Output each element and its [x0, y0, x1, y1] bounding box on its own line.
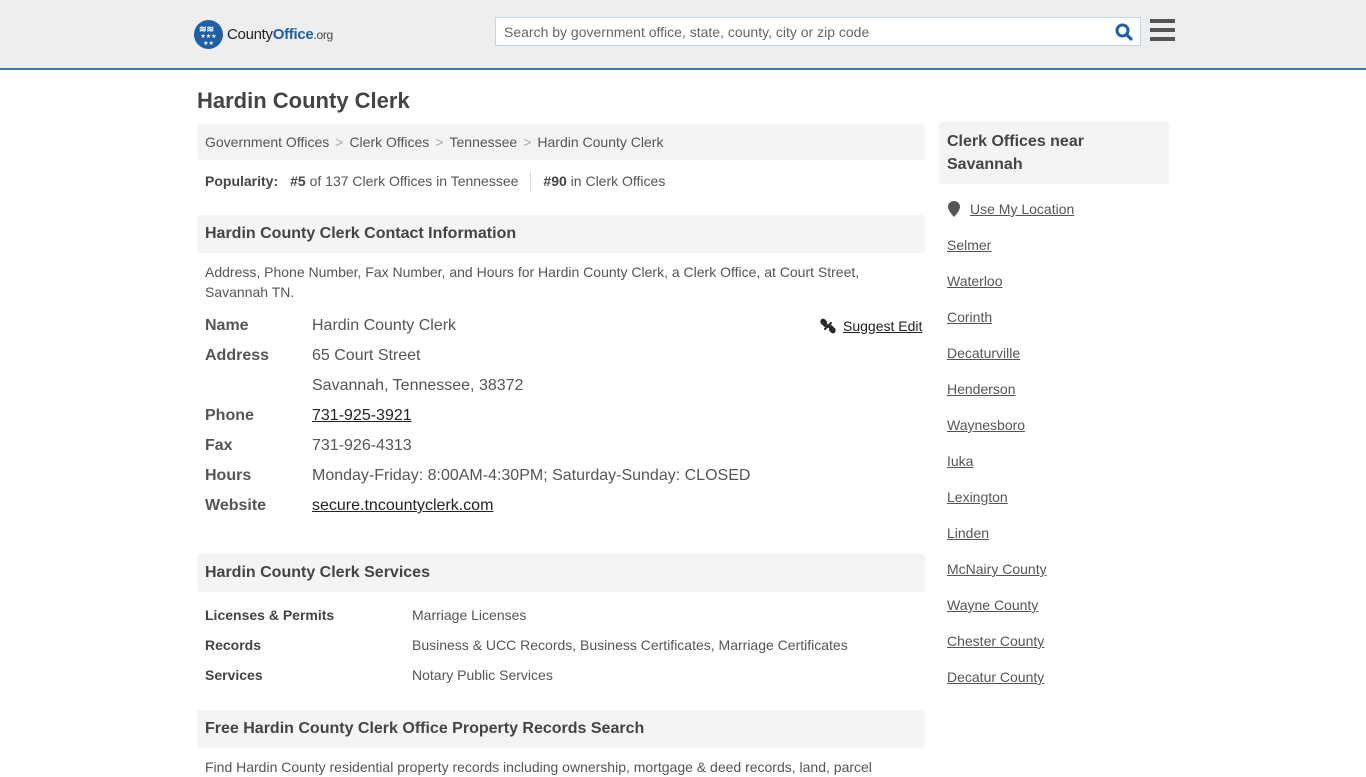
- info-row-website: Website secure.tncountyclerk.com: [205, 497, 493, 515]
- use-my-location[interactable]: Use My Location: [948, 201, 1074, 217]
- menu-icon-bar: [1150, 28, 1175, 32]
- sidebar-heading: Clerk Offices near Savannah: [939, 122, 1169, 184]
- breadcrumb-separator: >: [335, 134, 344, 150]
- list-item: Decaturville: [947, 345, 1047, 381]
- list-item: Corinth: [947, 309, 1047, 345]
- eagle-logo-icon: ≋≋ ★★★ ★★: [194, 20, 223, 49]
- service-row: Licenses & Permits Marriage Licenses: [205, 607, 526, 623]
- popularity-label: Popularity:: [205, 173, 279, 189]
- info-label: Website: [205, 497, 267, 514]
- info-value: 731-926-4313: [312, 437, 412, 454]
- menu-icon: [1150, 19, 1175, 23]
- site-logo[interactable]: ≋≋ ★★★ ★★ CountyOffice.org: [194, 20, 333, 49]
- property-heading: Free Hardin County Clerk Office Property…: [197, 710, 925, 748]
- service-row: Services Notary Public Services: [205, 667, 553, 683]
- property-description: Find Hardin County residential property …: [205, 759, 872, 775]
- search-icon: [1115, 23, 1133, 41]
- breadcrumb-separator: >: [435, 134, 444, 150]
- nearby-link-lexington[interactable]: Lexington: [947, 489, 1008, 505]
- logo-text: CountyOffice.org: [227, 26, 333, 43]
- info-row-fax: Fax 731-926-4313: [205, 437, 412, 455]
- contact-description: Address, Phone Number, Fax Number, and H…: [205, 264, 860, 300]
- nearby-link-mcnairy-county[interactable]: McNairy County: [947, 561, 1047, 577]
- nearby-offices-list: Selmer Waterloo Corinth Decaturville Hen…: [947, 237, 1047, 705]
- list-item: Henderson: [947, 381, 1047, 417]
- info-row-name: Name Hardin County Clerk: [205, 317, 456, 335]
- nearby-link-henderson[interactable]: Henderson: [947, 381, 1016, 397]
- info-value: Hardin County Clerk: [312, 317, 457, 334]
- breadcrumb-government-offices[interactable]: Government Offices: [205, 134, 329, 150]
- service-value: Business & UCC Records, Business Certifi…: [412, 637, 848, 653]
- nearby-link-waterloo[interactable]: Waterloo: [947, 273, 1003, 289]
- top-bar: ≋≋ ★★★ ★★ CountyOffice.org: [0, 0, 1366, 70]
- phone-link[interactable]: 731-925-3921: [312, 407, 412, 424]
- service-row: Records Business & UCC Records, Business…: [205, 637, 848, 653]
- state-rank: #5 of 137 Clerk Offices in Tennessee: [290, 173, 519, 189]
- service-value: Notary Public Services: [412, 667, 553, 683]
- contact-heading: Hardin County Clerk Contact Information: [197, 215, 925, 253]
- map-pin-icon: [948, 201, 960, 217]
- suggest-edit[interactable]: Suggest Edit: [820, 318, 922, 334]
- list-item: McNairy County: [947, 561, 1047, 597]
- use-my-location-link[interactable]: Use My Location: [970, 201, 1074, 217]
- nearby-link-linden[interactable]: Linden: [947, 525, 989, 541]
- info-label: Name: [205, 317, 249, 334]
- national-rank: #90 in Clerk Offices: [543, 173, 666, 189]
- info-row-hours: Hours Monday-Friday: 8:00AM-4:30PM; Satu…: [205, 467, 750, 485]
- info-label: Phone: [205, 407, 254, 424]
- breadcrumb-separator: >: [523, 134, 532, 150]
- list-item: Waynesboro: [947, 417, 1047, 453]
- search-button[interactable]: [1108, 18, 1140, 45]
- nearby-link-wayne-county[interactable]: Wayne County: [947, 597, 1038, 613]
- service-label: Records: [205, 637, 262, 653]
- list-item: Lexington: [947, 489, 1047, 525]
- service-value: Marriage Licenses: [412, 607, 527, 623]
- info-row-address-2: Savannah, Tennessee, 38372: [205, 377, 523, 395]
- list-item: Chester County: [947, 633, 1047, 669]
- divider: [530, 171, 532, 191]
- list-item: Waterloo: [947, 273, 1047, 309]
- suggest-edit-link[interactable]: Suggest Edit: [843, 318, 922, 334]
- service-label: Services: [205, 667, 263, 683]
- hamburger-menu-button[interactable]: [1150, 19, 1175, 41]
- breadcrumb-current: Hardin County Clerk: [537, 134, 664, 150]
- info-label: Address: [205, 347, 270, 364]
- info-label: Hours: [205, 467, 252, 484]
- page-title: Hardin County Clerk: [197, 88, 410, 113]
- nearby-link-decatur-county[interactable]: Decatur County: [947, 669, 1044, 685]
- service-label: Licenses & Permits: [205, 607, 335, 623]
- broken-link-icon: [820, 318, 836, 334]
- popularity: Popularity: #5 of 137 Clerk Offices in T…: [205, 171, 666, 191]
- info-label-empty: [205, 377, 312, 395]
- breadcrumb: Government Offices > Clerk Offices > Tenness…: [197, 124, 925, 160]
- address-line-2: Savannah, Tennessee, 38372: [312, 377, 524, 394]
- breadcrumb-tennessee[interactable]: Tennessee: [450, 134, 518, 150]
- info-label: Fax: [205, 437, 233, 454]
- list-item: Selmer: [947, 237, 1047, 273]
- nearby-link-waynesboro[interactable]: Waynesboro: [947, 417, 1025, 433]
- breadcrumb-clerk-offices[interactable]: Clerk Offices: [349, 134, 429, 150]
- menu-icon-bar: [1150, 37, 1175, 41]
- nearby-link-iuka[interactable]: Iuka: [947, 453, 973, 469]
- website-link[interactable]: secure.tncountyclerk.com: [312, 497, 493, 514]
- nearby-link-selmer[interactable]: Selmer: [947, 237, 991, 253]
- info-row-phone: Phone 731-925-3921: [205, 407, 412, 425]
- list-item: Decatur County: [947, 669, 1047, 705]
- list-item: Linden: [947, 525, 1047, 561]
- nearby-link-decaturville[interactable]: Decaturville: [947, 345, 1020, 361]
- nearby-link-corinth[interactable]: Corinth: [947, 309, 992, 325]
- search-bar: [495, 17, 1141, 46]
- info-value: Monday-Friday: 8:00AM-4:30PM; Saturday-S…: [312, 467, 751, 484]
- list-item: Iuka: [947, 453, 1047, 489]
- list-item: Wayne County: [947, 597, 1047, 633]
- services-heading: Hardin County Clerk Services: [197, 554, 925, 592]
- address-line-1: 65 Court Street: [312, 347, 421, 364]
- nearby-link-chester-county[interactable]: Chester County: [947, 633, 1044, 649]
- info-row-address: Address 65 Court Street: [205, 347, 421, 365]
- search-input[interactable]: [496, 18, 1108, 45]
